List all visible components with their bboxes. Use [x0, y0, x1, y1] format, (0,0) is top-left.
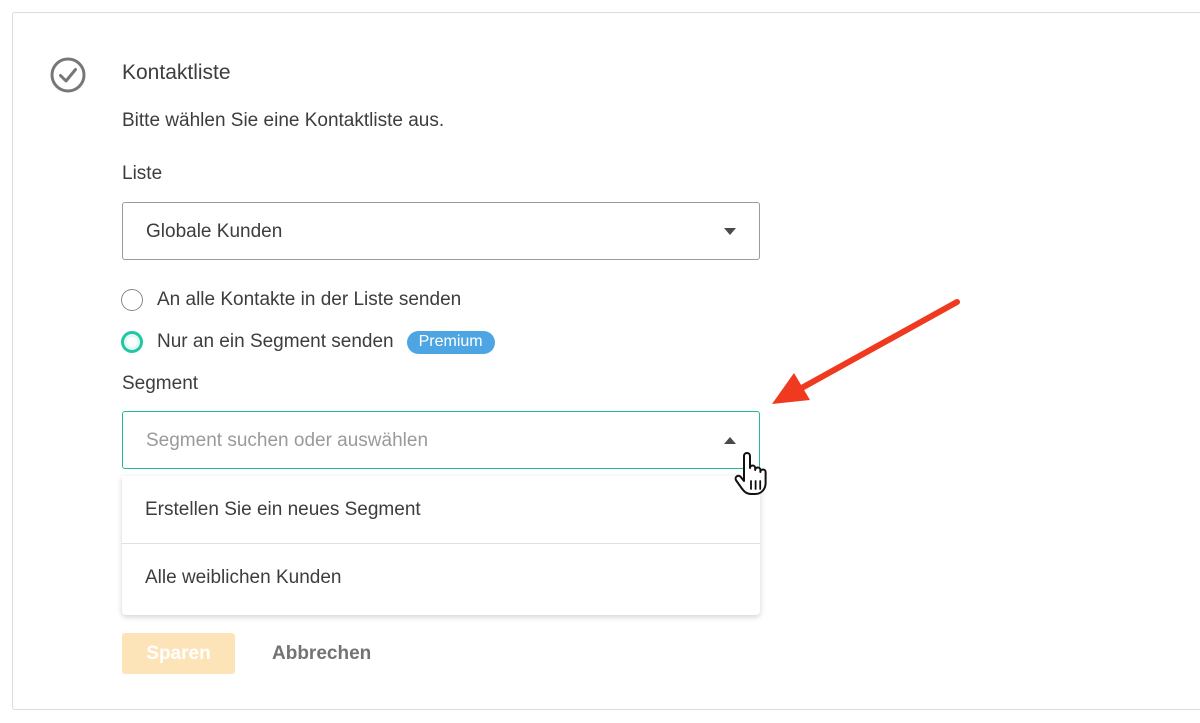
radio-send-all[interactable]: An alle Kontakte in der Liste senden — [121, 287, 461, 313]
save-button[interactable]: Sparen — [122, 633, 235, 674]
hand-pointer-icon — [734, 452, 767, 495]
dropdown-option-new-segment[interactable]: Erstellen Sie ein neues Segment — [122, 476, 760, 544]
segment-label: Segment — [122, 373, 199, 394]
list-select[interactable]: Globale Kunden — [122, 202, 760, 260]
dropdown-option-female-customers[interactable]: Alle weiblichen Kunden — [122, 544, 760, 612]
cancel-button[interactable]: Abbrechen — [258, 633, 385, 674]
list-select-value: Globale Kunden — [146, 221, 283, 242]
radio-button-checked[interactable] — [121, 331, 143, 353]
radio-button-unchecked[interactable] — [121, 289, 143, 311]
section-description: Bitte wählen Sie eine Kontaktliste aus. — [122, 110, 445, 131]
check-circle-icon — [50, 57, 86, 93]
premium-badge: Premium — [406, 330, 495, 354]
radio-send-all-label: An alle Kontakte in der Liste senden — [157, 289, 462, 310]
radio-send-segment-label: Nur an ein Segment senden — [157, 331, 394, 352]
section-title: Kontaktliste — [122, 61, 231, 84]
chevron-up-icon — [724, 437, 736, 444]
segment-search-input[interactable]: Segment suchen oder auswählen — [146, 430, 428, 452]
segment-dropdown-menu: Erstellen Sie ein neues Segment Alle wei… — [122, 476, 760, 615]
list-label: Liste — [122, 163, 163, 184]
chevron-down-icon — [724, 228, 736, 235]
radio-send-segment[interactable]: Nur an ein Segment senden Premium — [121, 329, 495, 355]
red-arrow-icon — [772, 299, 960, 404]
segment-select[interactable]: Segment suchen oder auswählen — [122, 411, 760, 469]
